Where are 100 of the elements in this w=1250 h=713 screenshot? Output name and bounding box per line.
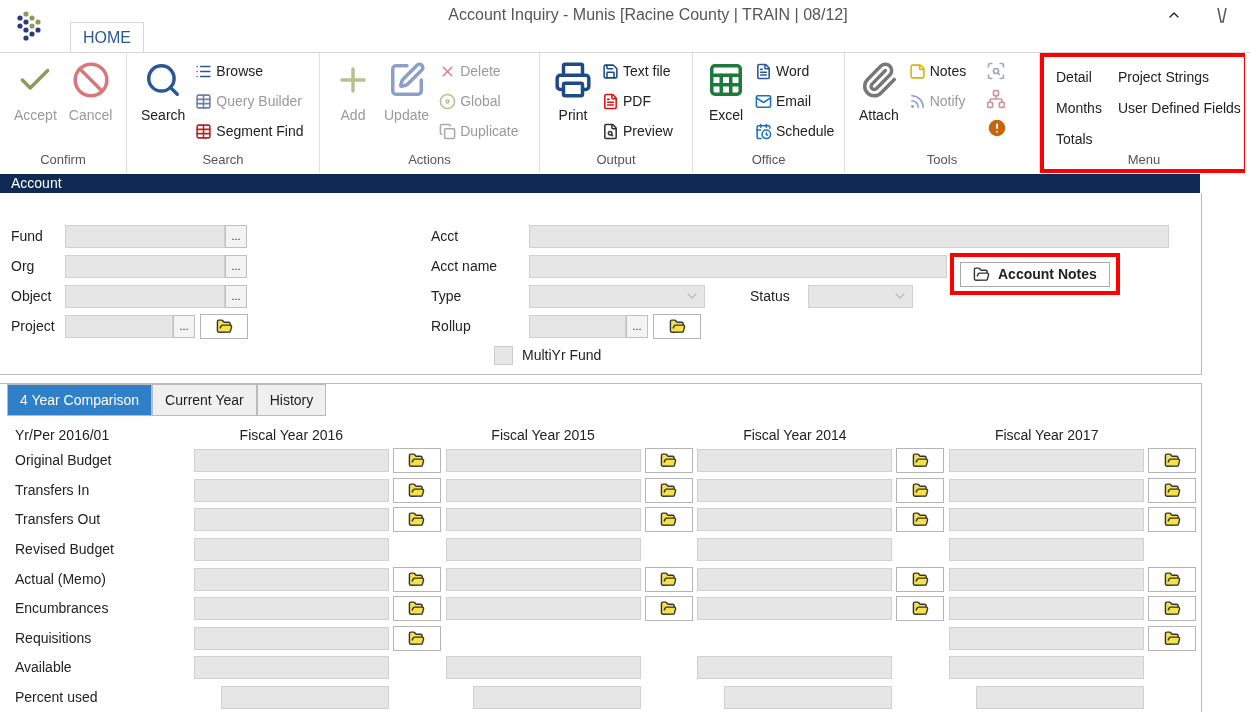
amount-field[interactable] bbox=[949, 567, 1145, 591]
amount-field[interactable] bbox=[949, 508, 1145, 532]
amount-field[interactable] bbox=[949, 626, 1145, 650]
ribbon-button[interactable]: Notes bbox=[908, 61, 967, 82]
notes-button[interactable] bbox=[392, 448, 441, 474]
ribbon-button[interactable]: Preview bbox=[602, 121, 673, 142]
amount-field[interactable] bbox=[193, 626, 389, 650]
inspect-icon[interactable] bbox=[986, 61, 1007, 81]
ribbon-button[interactable]: Schedule bbox=[755, 121, 835, 142]
lookup-button[interactable]: ... bbox=[225, 254, 247, 278]
lookup-button[interactable]: ... bbox=[626, 314, 648, 338]
tab[interactable]: Current Year bbox=[152, 384, 257, 416]
notes-button[interactable] bbox=[1148, 448, 1197, 474]
alert-icon[interactable] bbox=[986, 117, 1009, 139]
amount-field[interactable] bbox=[949, 538, 1145, 562]
notes-button[interactable] bbox=[392, 566, 441, 592]
amount-field[interactable] bbox=[445, 597, 641, 621]
amount-field[interactable] bbox=[445, 656, 641, 680]
input-field[interactable] bbox=[529, 224, 1169, 248]
menu-item[interactable]: Months bbox=[1056, 98, 1102, 119]
ribbon-button[interactable]: Browse bbox=[195, 61, 304, 82]
notes-button[interactable] bbox=[644, 507, 693, 533]
notes-button[interactable] bbox=[896, 477, 945, 503]
notes-button[interactable] bbox=[1148, 625, 1197, 651]
notes-button[interactable] bbox=[896, 507, 945, 533]
amount-field[interactable] bbox=[949, 597, 1145, 621]
lookup-button[interactable]: ... bbox=[225, 224, 247, 248]
amount-field[interactable] bbox=[445, 538, 641, 562]
amount-field[interactable] bbox=[697, 567, 893, 591]
notes-button[interactable] bbox=[896, 596, 945, 622]
input-field[interactable] bbox=[529, 314, 626, 338]
tab[interactable]: History bbox=[256, 384, 327, 416]
input-field[interactable] bbox=[529, 254, 947, 278]
input-field[interactable] bbox=[65, 224, 225, 248]
ribbon-button[interactable]: Attach bbox=[857, 61, 901, 126]
dropdown[interactable] bbox=[529, 284, 705, 308]
menu-item[interactable]: Totals bbox=[1056, 129, 1102, 150]
amount-field[interactable] bbox=[724, 686, 893, 710]
amount-field[interactable] bbox=[697, 449, 893, 473]
notes-button[interactable] bbox=[392, 477, 441, 503]
amount-field[interactable] bbox=[976, 686, 1145, 710]
notes-button[interactable] bbox=[644, 448, 693, 474]
ribbon-tab[interactable]: HOME bbox=[70, 22, 144, 52]
amount-field[interactable] bbox=[445, 449, 641, 473]
notes-button[interactable] bbox=[644, 596, 693, 622]
amount-field[interactable] bbox=[445, 508, 641, 532]
amount-field[interactable] bbox=[472, 686, 641, 710]
notes-button[interactable] bbox=[644, 477, 693, 503]
notes-button[interactable] bbox=[392, 625, 441, 651]
notes-button[interactable] bbox=[392, 596, 441, 622]
amount-field[interactable] bbox=[445, 478, 641, 502]
amount-field[interactable] bbox=[193, 449, 389, 473]
amount-field[interactable] bbox=[193, 478, 389, 502]
amount-field[interactable] bbox=[193, 567, 389, 591]
dropdown[interactable] bbox=[808, 284, 913, 308]
ribbon-button[interactable]: Excel bbox=[705, 61, 747, 126]
input-field[interactable] bbox=[65, 254, 225, 278]
amount-field[interactable] bbox=[949, 478, 1145, 502]
notes-button[interactable] bbox=[896, 448, 945, 474]
account-notes-button[interactable]: Account Notes bbox=[960, 261, 1110, 287]
ribbon-button[interactable]: Search bbox=[139, 61, 188, 126]
lookup-button[interactable]: ... bbox=[225, 284, 247, 308]
amount-field[interactable] bbox=[193, 597, 389, 621]
notes-button[interactable] bbox=[1148, 507, 1197, 533]
amount-field[interactable] bbox=[220, 686, 389, 710]
ribbon-button[interactable]: Text file bbox=[602, 61, 673, 82]
notes-button[interactable] bbox=[200, 313, 248, 339]
amount-field[interactable] bbox=[697, 597, 893, 621]
menu-item[interactable]: User Defined Fields bbox=[1117, 98, 1241, 119]
amount-field[interactable] bbox=[193, 508, 389, 532]
notes-button[interactable] bbox=[896, 566, 945, 592]
menu-item[interactable]: Detail bbox=[1056, 67, 1102, 88]
notes-button[interactable] bbox=[653, 313, 701, 339]
amount-field[interactable] bbox=[697, 656, 893, 680]
amount-field[interactable] bbox=[949, 656, 1145, 680]
ribbon-button[interactable]: Word bbox=[755, 61, 835, 82]
amount-field[interactable] bbox=[193, 656, 389, 680]
lookup-button[interactable]: ... bbox=[173, 314, 195, 338]
menu-item[interactable]: Project Strings bbox=[1117, 67, 1241, 88]
amount-field[interactable] bbox=[697, 478, 893, 502]
field-label: Object bbox=[11, 286, 53, 306]
checkbox[interactable] bbox=[494, 345, 513, 365]
ribbon-button[interactable]: Print bbox=[552, 61, 594, 126]
notes-button[interactable] bbox=[392, 507, 441, 533]
notes-button[interactable] bbox=[1148, 596, 1197, 622]
notes-button[interactable] bbox=[1148, 477, 1197, 503]
input-field[interactable] bbox=[65, 314, 173, 338]
notes-button[interactable] bbox=[644, 566, 693, 592]
folder-icon bbox=[1163, 452, 1181, 470]
amount-field[interactable] bbox=[445, 567, 641, 591]
amount-field[interactable] bbox=[949, 449, 1145, 473]
amount-field[interactable] bbox=[697, 508, 893, 532]
ribbon-button[interactable]: PDF bbox=[602, 91, 673, 112]
tab[interactable]: 4 Year Comparison bbox=[7, 384, 153, 416]
amount-field[interactable] bbox=[697, 538, 893, 562]
amount-field[interactable] bbox=[193, 538, 389, 562]
notes-button[interactable] bbox=[1148, 566, 1197, 592]
ribbon-button[interactable]: Email bbox=[755, 91, 835, 112]
input-field[interactable] bbox=[65, 284, 225, 308]
ribbon-button[interactable]: Segment Find bbox=[195, 121, 304, 142]
